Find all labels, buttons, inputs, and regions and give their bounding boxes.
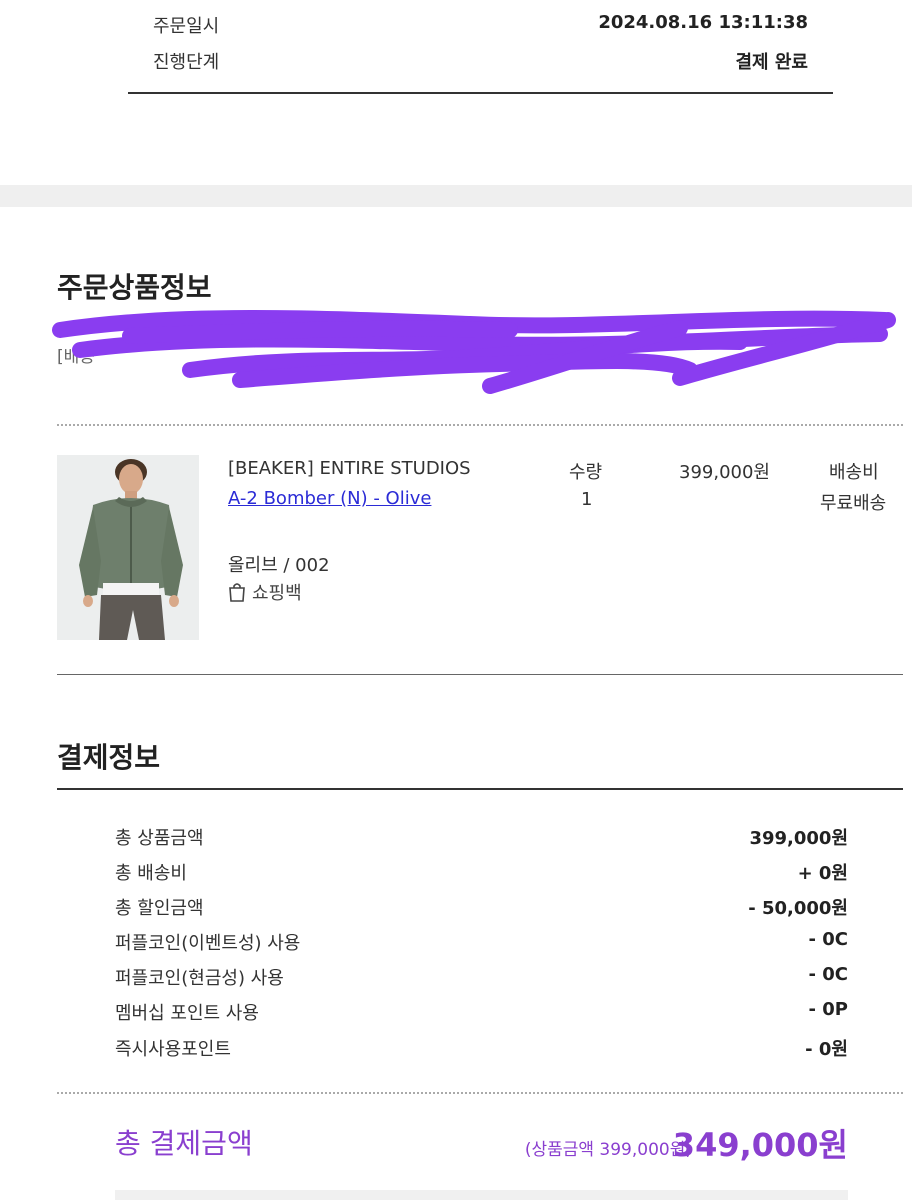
divider [57,674,903,675]
order-status-label: 진행단계 [153,52,220,73]
divider [128,92,833,94]
payment-row-label: 멤버십 포인트 사용 [115,1003,259,1024]
payment-row: 퍼플코인(이벤트성) 사용 - 0C [115,929,848,955]
payment-row: 총 할인금액 - 50,000원 [115,894,848,920]
order-date-value: 2024.08.16 13:11:38 [598,12,808,33]
product-price: 399,000원 [679,462,770,483]
product-name-link[interactable]: A-2 Bomber (N) - Olive [228,488,431,509]
payment-row-label: 퍼플코인(이벤트성) 사용 [115,933,301,954]
redaction-scribble [52,310,896,394]
payment-row-value: - 50,000원 [748,898,848,919]
payment-row-value: + 0원 [797,863,848,884]
payment-row-label: 총 배송비 [115,863,187,884]
payment-row: 퍼플코인(현금성) 사용 - 0C [115,964,848,990]
payment-row-value: - 0P [808,999,848,1020]
payment-row-label: 퍼플코인(현금성) 사용 [115,968,284,989]
shopping-bag-label: 쇼핑백 [252,583,302,604]
payment-row-label: 총 상품금액 [115,828,204,849]
total-payment-label: 총 결제금액 [115,1127,253,1160]
bottom-panel [115,1190,848,1200]
payment-row-value: - 0원 [805,1039,848,1060]
total-payment-amount: 349,000원 [672,1126,848,1164]
shipping-fee-header: 배송비 [829,462,879,483]
product-image[interactable] [57,455,199,640]
dotted-divider [57,1092,903,1094]
product-image-graphic [57,455,199,640]
quantity-header: 수량 [569,462,603,483]
section-separator [0,185,912,207]
product-option: 올리브 / 002 [228,555,330,576]
shipping-fee-value: 무료배송 [820,493,887,514]
product-brand: [BEAKER] ENTIRE STUDIOS [228,458,471,479]
shopping-bag-icon [229,583,245,602]
quantity-value: 1 [581,489,593,510]
payment-row-label: 총 할인금액 [115,898,204,919]
divider [57,788,903,790]
total-payment-subtotal: (상품금액 399,000원) [524,1140,692,1160]
payment-row: 총 상품금액 399,000원 [115,824,848,850]
payment-row: 즉시사용포인트 - 0원 [115,1035,848,1061]
payment-row-value: - 0C [808,929,848,950]
dotted-divider [57,424,903,426]
order-status-row: 진행단계 결제 완료 [153,48,808,74]
order-date-row: 주문일시 2024.08.16 13:11:38 [153,12,808,38]
order-status-value: 결제 완료 [735,52,808,73]
payment-row-value: - 0C [808,964,848,985]
payment-row: 멤버십 포인트 사용 - 0P [115,999,848,1025]
payment-row-value: 399,000원 [749,828,848,849]
order-date-label: 주문일시 [153,16,220,37]
payment-section-title: 결제정보 [57,741,161,774]
payment-row-label: 즉시사용포인트 [115,1039,231,1060]
payment-row: 총 배송비 + 0원 [115,859,848,885]
shopping-bag-option: 쇼핑백 [228,579,302,605]
